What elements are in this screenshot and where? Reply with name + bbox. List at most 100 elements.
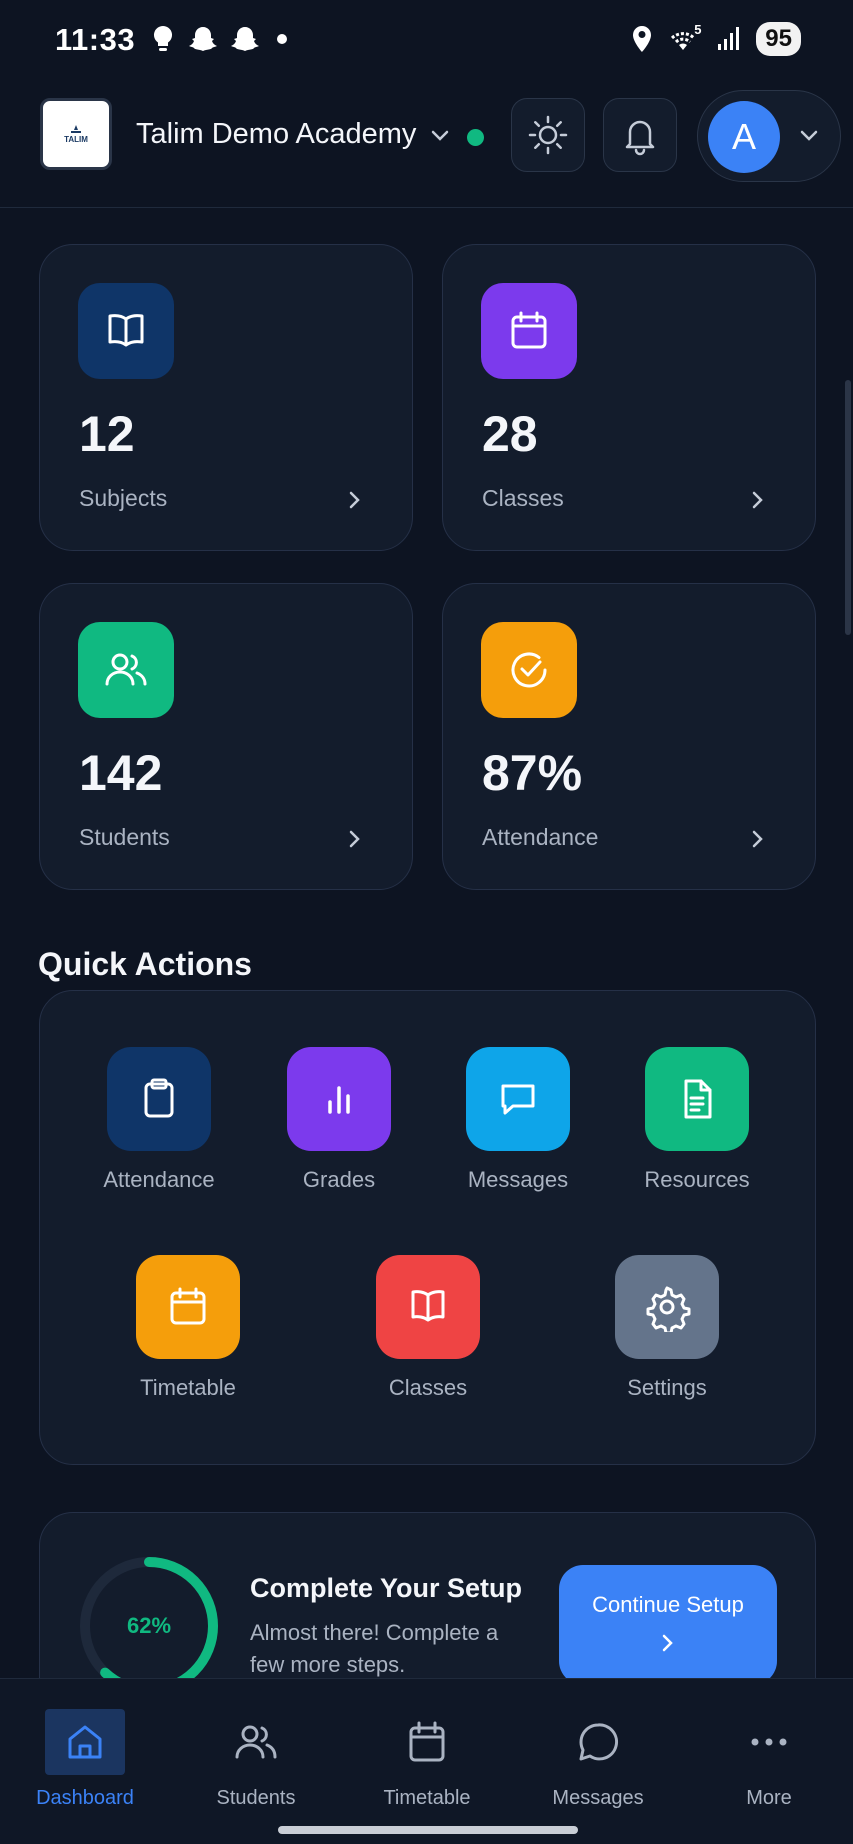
school-name[interactable]: Talim Demo Academy <box>136 118 416 151</box>
quick-action-grades[interactable]: Grades <box>264 1047 414 1193</box>
chevron-right-icon <box>349 830 360 848</box>
stat-card-subjects[interactable]: 12 Subjects <box>39 244 413 551</box>
scrollbar-thumb[interactable] <box>845 380 851 635</box>
stat-label: Students <box>79 824 170 850</box>
stat-value: 142 <box>79 745 163 801</box>
continue-setup-button[interactable]: Continue Setup <box>559 1565 777 1685</box>
chevron-right-icon <box>752 491 763 509</box>
quick-action-icon-bg <box>466 1047 570 1151</box>
stat-icon-bg <box>78 622 174 718</box>
battery-indicator: 95 <box>756 22 801 56</box>
chevron-right-icon <box>349 491 360 509</box>
stat-icon-bg <box>78 283 174 379</box>
quick-action-label: Grades <box>302 1167 376 1192</box>
wifi-icon: 5 <box>668 22 702 54</box>
quick-action-resources[interactable]: Resources <box>622 1047 772 1193</box>
stat-value: 28 <box>482 406 538 462</box>
calendar-icon <box>170 1287 206 1325</box>
stat-label: Subjects <box>79 485 168 511</box>
status-system-icons: 5 95 <box>630 22 801 56</box>
nav-label: More <box>746 1787 792 1809</box>
home-indicator[interactable] <box>278 1826 578 1834</box>
quick-actions-panel: Attendance Grades Messages Resources Tim… <box>39 990 816 1465</box>
more-dots-icon <box>751 1738 787 1746</box>
snapchat-icon <box>231 27 259 51</box>
chevron-right-icon <box>752 830 763 848</box>
chevron-right-icon <box>662 1634 673 1652</box>
document-icon <box>684 1079 712 1119</box>
nav-icon-box <box>387 1709 467 1775</box>
sun-icon <box>528 115 568 155</box>
stat-icon-bg <box>481 283 577 379</box>
quick-action-messages[interactable]: Messages <box>443 1047 593 1193</box>
home-icon <box>68 1725 102 1759</box>
logo-text: TALIM <box>64 134 88 144</box>
check-circle-icon <box>511 652 547 688</box>
theme-toggle-button[interactable] <box>511 98 585 172</box>
quick-action-label: Messages <box>467 1167 569 1192</box>
school-logo[interactable]: TALIM <box>40 98 112 170</box>
chevron-down-icon <box>800 130 818 141</box>
app-header: TALIM Talim Demo Academy A <box>0 84 853 208</box>
quick-actions-title: Quick Actions <box>38 946 252 982</box>
message-icon <box>501 1084 535 1115</box>
nav-icon-box <box>216 1709 296 1775</box>
quick-action-label: Attendance <box>103 1167 215 1192</box>
profile-menu-button[interactable]: A <box>697 90 841 182</box>
stat-label: Attendance <box>482 824 599 850</box>
calendar-icon <box>511 311 547 349</box>
quick-action-icon-bg <box>287 1047 391 1151</box>
nav-icon-box <box>558 1709 638 1775</box>
quick-action-label: Settings <box>627 1375 707 1400</box>
continue-setup-label: Continue Setup <box>592 1592 744 1617</box>
signal-icon <box>718 27 740 50</box>
quick-action-label: Classes <box>388 1375 468 1400</box>
quick-action-settings[interactable]: Settings <box>592 1255 742 1401</box>
stat-card-students[interactable]: 142 Students <box>39 583 413 890</box>
nav-label: Dashboard <box>36 1787 134 1809</box>
nav-messages[interactable]: Messages <box>523 1709 673 1810</box>
location-icon <box>633 26 652 52</box>
wifi-band-label: 5 <box>694 22 702 37</box>
avatar: A <box>708 101 780 173</box>
nav-dashboard[interactable]: Dashboard <box>10 1709 160 1810</box>
nav-label: Timetable <box>383 1787 471 1809</box>
bulb-icon <box>153 25 173 51</box>
status-notification-icons <box>150 24 292 54</box>
quick-action-label: Resources <box>644 1167 750 1192</box>
users-icon <box>235 1725 277 1759</box>
quick-action-attendance[interactable]: Attendance <box>84 1047 234 1193</box>
quick-action-icon-bg <box>376 1255 480 1359</box>
stat-card-classes[interactable]: 28 Classes <box>442 244 816 551</box>
bar-chart-icon <box>328 1086 350 1114</box>
quick-action-icon-bg <box>107 1047 211 1151</box>
nav-timetable[interactable]: Timetable <box>352 1709 502 1810</box>
quick-action-label: Timetable <box>140 1375 236 1400</box>
book-icon <box>411 1290 445 1322</box>
nav-icon-box <box>45 1709 125 1775</box>
gear-icon <box>646 1286 691 1332</box>
clipboard-icon <box>144 1078 174 1118</box>
chevron-down-icon[interactable] <box>428 124 452 148</box>
message-icon <box>579 1723 619 1761</box>
quick-action-icon-bg <box>645 1047 749 1151</box>
users-icon <box>105 653 147 686</box>
notifications-button[interactable] <box>603 98 677 172</box>
stat-label: Classes <box>482 485 564 511</box>
nav-more[interactable]: More <box>694 1709 844 1810</box>
online-status-dot <box>467 129 484 146</box>
stat-value: 87% <box>482 745 583 801</box>
bell-icon <box>625 120 655 156</box>
dot-icon <box>277 34 287 44</box>
stat-value: 12 <box>79 406 135 462</box>
quick-action-timetable[interactable]: Timetable <box>113 1255 263 1401</box>
nav-icon-box <box>729 1709 809 1775</box>
nav-students[interactable]: Students <box>181 1709 331 1810</box>
stat-icon-bg <box>481 622 577 718</box>
quick-action-icon-bg <box>136 1255 240 1359</box>
calendar-icon <box>409 1721 445 1762</box>
book-icon <box>108 314 144 347</box>
bottom-navigation: Dashboard Students Timetable Messages Mo… <box>0 1678 853 1844</box>
stat-card-attendance[interactable]: 87% Attendance <box>442 583 816 890</box>
quick-action-classes[interactable]: Classes <box>353 1255 503 1401</box>
